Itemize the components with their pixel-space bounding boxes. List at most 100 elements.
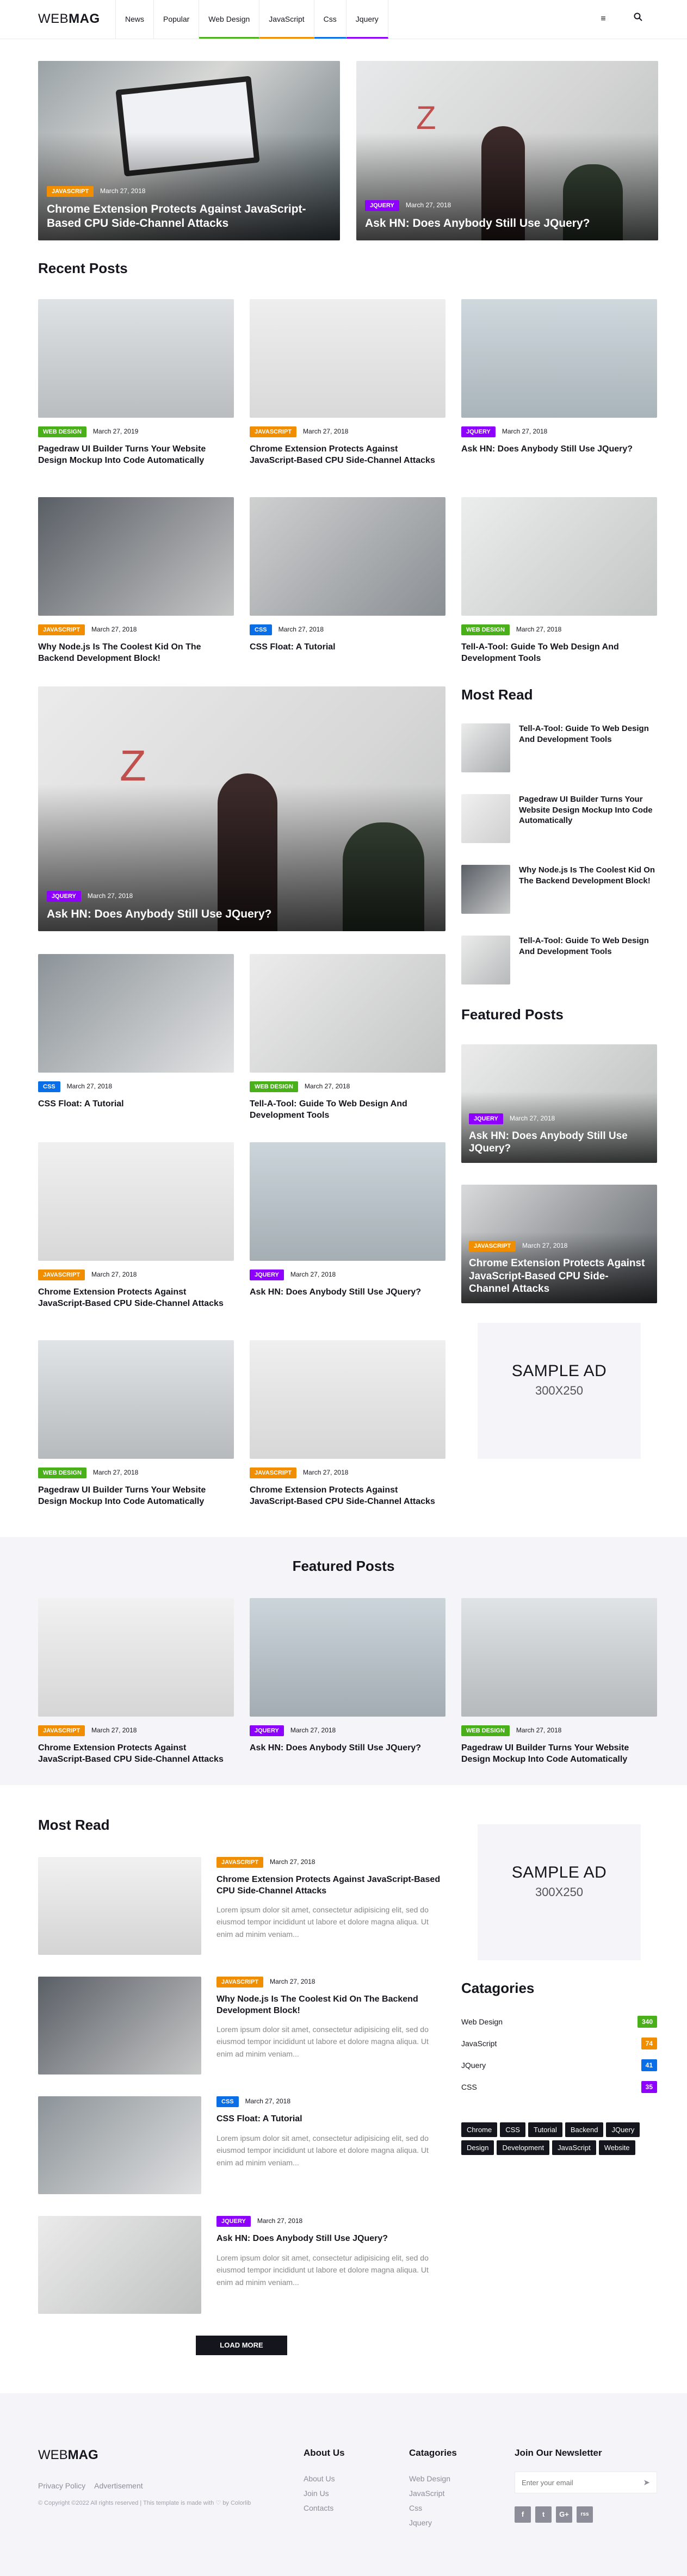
most-read-title[interactable]: Why Node.js Is The Coolest Kid On The Ba… (519, 865, 657, 886)
tag[interactable]: Chrome (461, 2122, 498, 2137)
post-title[interactable]: Chrome Extension Protects Against JavaSc… (250, 1485, 445, 1508)
post-title[interactable]: CSS Float: A Tutorial (250, 642, 445, 653)
thumb-image[interactable] (461, 865, 510, 914)
post-title[interactable]: Ask HN: Does Anybody Still Use JQuery? (461, 444, 657, 455)
tag[interactable]: JQuery (606, 2122, 640, 2137)
tag[interactable]: Backend (565, 2122, 604, 2137)
footer-link[interactable]: JavaScript (409, 2486, 444, 2501)
tag[interactable]: JavaScript (552, 2140, 596, 2155)
post-image[interactable] (38, 2096, 201, 2194)
advertisement-link[interactable]: Advertisement (94, 2481, 143, 2490)
post-image[interactable] (250, 954, 445, 1073)
post-image[interactable] (38, 299, 234, 418)
post-image[interactable] (461, 497, 657, 616)
footer-link[interactable]: Css (409, 2501, 422, 2516)
footer-link[interactable]: About Us (304, 2472, 335, 2486)
category-badge[interactable]: WEB DESIGN (38, 426, 86, 437)
category-badge[interactable]: WEB DESIGN (38, 1467, 86, 1478)
post-image[interactable] (461, 1598, 657, 1717)
privacy-link[interactable]: Privacy Policy (38, 2481, 85, 2490)
footer-link[interactable]: Contacts (304, 2501, 333, 2516)
category-row[interactable]: CSS 35 (461, 2081, 657, 2093)
category-badge[interactable]: JQUERY (365, 200, 399, 211)
category-badge[interactable]: CSS (38, 1081, 60, 1092)
category-badge[interactable]: JAVASCRIPT (47, 185, 94, 197)
category-badge[interactable]: JAVASCRIPT (216, 1977, 264, 1987)
post-title[interactable]: Chrome Extension Protects Against JavaSc… (38, 1287, 234, 1310)
tag[interactable]: Tutorial (528, 2122, 562, 2137)
category-badge[interactable]: JAVASCRIPT (250, 426, 297, 437)
post-image[interactable] (250, 1142, 445, 1261)
post-title[interactable]: Chrome Extension Protects Against JavaSc… (38, 1743, 234, 1766)
category-badge[interactable]: JQUERY (47, 890, 81, 902)
post-title[interactable]: Chrome Extension Protects Against JavaSc… (250, 444, 445, 467)
load-more-button[interactable]: LOAD MORE (196, 2336, 287, 2355)
post-title[interactable]: Chrome Extension Protects Against JavaSc… (216, 1874, 445, 1897)
nav-css[interactable]: Css (314, 0, 346, 39)
site-logo[interactable]: WEBMAG (38, 11, 100, 27)
post-image[interactable] (38, 1142, 234, 1261)
post-title[interactable]: Tell-A-Tool: Guide To Web Design And Dev… (250, 1099, 445, 1122)
nav-jquery[interactable]: Jquery (346, 0, 388, 39)
footer-logo[interactable]: WEBMAG (38, 2448, 98, 2463)
category-badge[interactable]: WEB DESIGN (250, 1081, 298, 1092)
post-title[interactable]: CSS Float: A Tutorial (216, 2114, 445, 2125)
category-badge[interactable]: JQUERY (461, 426, 496, 437)
footer-link[interactable]: Web Design (409, 2472, 450, 2486)
category-badge[interactable]: JAVASCRIPT (250, 1467, 297, 1478)
category-row[interactable]: JQuery 41 (461, 2059, 657, 2071)
post-image[interactable] (38, 1857, 201, 1955)
tag[interactable]: Development (497, 2140, 550, 2155)
category-badge[interactable]: JQUERY (216, 2216, 251, 2227)
nav-web-design[interactable]: Web Design (199, 0, 260, 39)
post-image[interactable] (250, 497, 445, 616)
rss-icon[interactable]: rss (577, 2506, 593, 2523)
facebook-icon[interactable]: f (515, 2506, 531, 2523)
featured-post[interactable]: JQUERY March 27, 2018 Ask HN: Does Anybod… (461, 1044, 657, 1163)
category-badge[interactable]: JAVASCRIPT (469, 1240, 516, 1252)
category-row[interactable]: Web Design 340 (461, 2016, 657, 2028)
post-title[interactable]: Ask HN: Does Anybody Still Use JQuery? (365, 216, 649, 231)
post-image[interactable] (250, 299, 445, 418)
category-badge[interactable]: JQUERY (250, 1270, 284, 1280)
tag[interactable]: Website (598, 2140, 635, 2155)
post-image[interactable] (38, 2216, 201, 2314)
category-badge[interactable]: WEB DESIGN (461, 1725, 510, 1736)
category-badge[interactable]: JAVASCRIPT (38, 1725, 85, 1736)
most-read-title[interactable]: Pagedraw UI Builder Turns Your Website D… (519, 794, 657, 826)
nav-news[interactable]: News (115, 0, 154, 39)
category-badge[interactable]: JQUERY (469, 1113, 503, 1124)
nav-popular[interactable]: Popular (154, 0, 200, 39)
tag[interactable]: CSS (500, 2122, 525, 2137)
footer-link[interactable]: Jquery (409, 2516, 432, 2530)
post-image[interactable] (38, 954, 234, 1073)
post-image[interactable] (38, 1340, 234, 1459)
category-badge[interactable]: CSS (250, 624, 272, 635)
hero-post-left[interactable]: JAVASCRIPT March 27, 2018 Chrome Extensio… (38, 61, 340, 240)
post-title[interactable]: Chrome Extension Protects Against JavaSc… (469, 1257, 648, 1296)
most-read-title[interactable]: Tell-A-Tool: Guide To Web Design And Dev… (519, 936, 657, 957)
sample-ad[interactable]: SAMPLE AD 300X250 (478, 1323, 641, 1459)
category-row[interactable]: JavaScript 74 (461, 2038, 657, 2049)
post-title[interactable]: Pagedraw UI Builder Turns Your Website D… (461, 1743, 657, 1766)
post-title[interactable]: Chrome Extension Protects Against JavaSc… (47, 202, 331, 231)
post-title[interactable]: Ask HN: Does Anybody Still Use JQuery? (47, 907, 437, 921)
category-badge[interactable]: JAVASCRIPT (38, 1270, 85, 1280)
google-plus-icon[interactable]: G+ (556, 2506, 572, 2523)
post-title[interactable]: Tell-A-Tool: Guide To Web Design And Dev… (461, 642, 657, 665)
post-title[interactable]: Ask HN: Does Anybody Still Use JQuery? (469, 1130, 648, 1156)
big-post[interactable]: Z JQUERY March 27, 2018 Ask HN: Does Anyb… (38, 686, 445, 931)
post-title[interactable]: Ask HN: Does Anybody Still Use JQuery? (250, 1743, 445, 1754)
category-badge[interactable]: WEB DESIGN (461, 624, 510, 635)
tag[interactable]: Design (461, 2140, 494, 2155)
featured-post[interactable]: JAVASCRIPT March 27, 2018 Chrome Extensio… (461, 1185, 657, 1303)
twitter-icon[interactable]: t (535, 2506, 552, 2523)
post-title[interactable]: Ask HN: Does Anybody Still Use JQuery? (250, 1287, 445, 1298)
post-image[interactable] (38, 1598, 234, 1717)
post-title[interactable]: CSS Float: A Tutorial (38, 1099, 234, 1110)
thumb-image[interactable] (461, 936, 510, 984)
post-title[interactable]: Pagedraw UI Builder Turns Your Website D… (38, 1485, 234, 1508)
post-image[interactable] (38, 1977, 201, 2075)
category-badge[interactable]: JAVASCRIPT (38, 624, 85, 635)
sample-ad[interactable]: SAMPLE AD 300X250 (478, 1824, 641, 1960)
